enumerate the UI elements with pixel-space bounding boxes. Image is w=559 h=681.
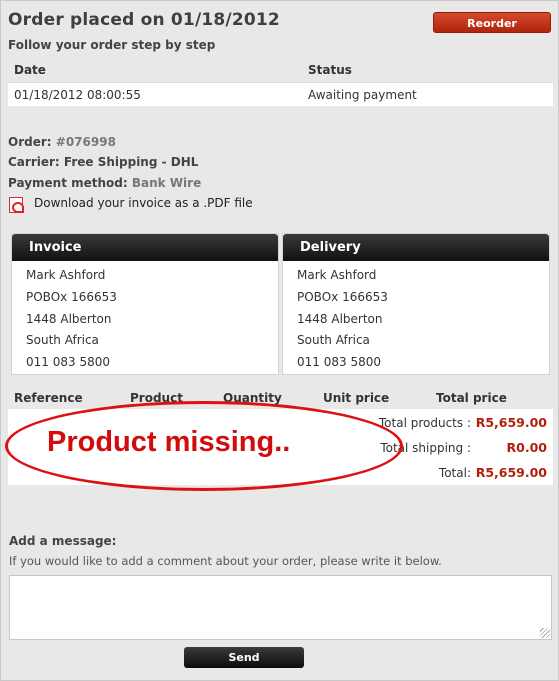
annotation-text: Product missing.. xyxy=(47,426,291,458)
history-row: 01/18/2012 08:00:55 Awaiting payment xyxy=(8,82,553,106)
message-textarea[interactable] xyxy=(9,575,552,640)
total-products-label: Total products : xyxy=(378,416,471,430)
delivery-line: POBOx 166653 xyxy=(297,290,388,304)
order-detail-panel: Order placed on 01/18/2012 Reorder Follo… xyxy=(0,0,559,681)
delivery-line: Mark Ashford xyxy=(297,268,377,282)
pdf-icon[interactable] xyxy=(9,197,24,213)
delivery-line: South Africa xyxy=(297,333,370,347)
carrier-info: Carrier: Free Shipping - DHL xyxy=(8,155,198,169)
history-column-date: Date xyxy=(14,63,46,77)
history-status: Awaiting payment xyxy=(308,88,417,102)
payment-method: Payment method: Bank Wire xyxy=(8,176,201,190)
invoice-heading: Invoice xyxy=(12,234,278,261)
history-date: 01/18/2012 08:00:55 xyxy=(14,88,141,102)
order-value: #076998 xyxy=(55,135,116,149)
products-column-reference: Reference xyxy=(14,391,83,405)
delivery-address-box: Delivery Mark Ashford POBOx 166653 1448 … xyxy=(282,233,550,375)
message-label: Add a message: xyxy=(9,534,117,548)
invoice-line: 011 083 5800 xyxy=(26,355,110,369)
resize-grip-icon[interactable] xyxy=(540,628,550,638)
invoice-line: South Africa xyxy=(26,333,99,347)
delivery-heading: Delivery xyxy=(283,234,549,261)
delivery-line: 011 083 5800 xyxy=(297,355,381,369)
products-column-total-price: Total price xyxy=(436,391,507,405)
carrier-value: Free Shipping - DHL xyxy=(63,155,199,169)
payment-value: Bank Wire xyxy=(131,176,202,190)
invoice-line: 1448 Alberton xyxy=(26,312,112,326)
send-button[interactable]: Send xyxy=(184,647,304,668)
order-label: Order: xyxy=(8,135,52,149)
total-products-value: R5,659.00 xyxy=(475,415,547,430)
total-value: R5,659.00 xyxy=(475,465,547,480)
page-title: Order placed on 01/18/2012 xyxy=(8,10,280,30)
history-column-status: Status xyxy=(308,63,352,77)
download-invoice-link[interactable]: Download your invoice as a .PDF file xyxy=(34,196,253,210)
total-label: Total: xyxy=(438,466,471,480)
payment-label: Payment method: xyxy=(8,176,128,190)
delivery-line: 1448 Alberton xyxy=(297,312,383,326)
invoice-line: POBOx 166653 xyxy=(26,290,117,304)
order-steps-subtitle: Follow your order step by step xyxy=(8,38,216,52)
message-hint: If you would like to add a comment about… xyxy=(9,554,442,568)
total-shipping-value: R0.00 xyxy=(506,440,547,455)
reorder-button[interactable]: Reorder xyxy=(433,12,551,33)
carrier-label: Carrier: xyxy=(8,155,60,169)
order-number: Order: #076998 xyxy=(8,135,116,149)
invoice-address-box: Invoice Mark Ashford POBOx 166653 1448 A… xyxy=(11,233,279,375)
products-column-unit-price: Unit price xyxy=(323,391,390,405)
invoice-line: Mark Ashford xyxy=(26,268,106,282)
